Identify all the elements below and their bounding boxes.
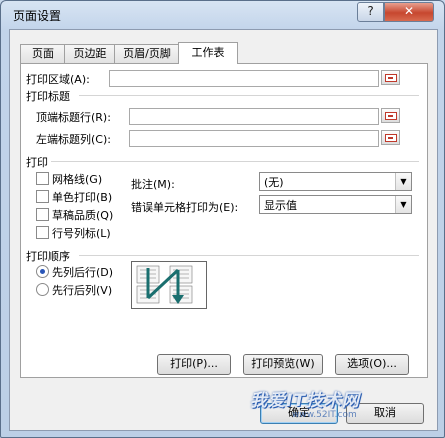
gridlines-checkbox[interactable]	[36, 172, 49, 185]
print-area-input[interactable]	[109, 70, 379, 87]
separator	[79, 255, 419, 256]
dialog-window: 页面设置 ? ✕ 页面 页边距 页眉/页脚 工作表 打印区域(A): 打印标题 …	[0, 0, 445, 438]
errors-select[interactable]: 显示值 ▼	[259, 195, 412, 214]
black-white-checkbox[interactable]	[36, 190, 49, 203]
draft-quality-label: 草稿品质(Q)	[52, 209, 114, 222]
title-bar[interactable]: 页面设置 ? ✕	[1, 1, 445, 27]
help-button[interactable]: ?	[357, 2, 384, 22]
comments-value: (无)	[264, 176, 284, 189]
print-area-collapse-button[interactable]	[381, 70, 400, 85]
collapse-dialog-icon	[385, 112, 397, 120]
comments-label: 批注(M):	[131, 178, 175, 191]
separator	[51, 161, 419, 162]
print-button[interactable]: 打印(P)...	[157, 354, 231, 375]
collapse-dialog-icon	[385, 74, 397, 82]
print-heading: 打印	[26, 156, 48, 169]
black-white-label: 单色打印(B)	[52, 191, 113, 204]
dialog-client: 页面 页边距 页眉/页脚 工作表 打印区域(A): 打印标题 顶端标题行(R):…	[9, 29, 438, 431]
collapse-dialog-icon	[385, 134, 397, 142]
left-cols-label: 左端标题列(C):	[36, 133, 111, 146]
tab-page[interactable]: 页面	[20, 44, 66, 63]
close-button[interactable]: ✕	[384, 2, 434, 22]
tab-header-footer[interactable]: 页眉/页脚	[114, 44, 180, 63]
tab-margins[interactable]: 页边距	[64, 44, 116, 63]
row-col-headers-label: 行号列标(L)	[52, 227, 111, 240]
errors-value: 显示值	[264, 199, 297, 212]
row-col-headers-checkbox[interactable]	[36, 226, 49, 239]
separator	[79, 95, 419, 96]
over-then-down-label: 先行后列(V)	[52, 284, 113, 297]
down-then-over-label: 先列后行(D)	[52, 266, 114, 279]
print-titles-heading: 打印标题	[26, 90, 70, 103]
top-rows-input[interactable]	[129, 108, 379, 125]
gridlines-label: 网格线(G)	[52, 173, 103, 186]
print-preview-button[interactable]: 打印预览(W)	[243, 354, 323, 375]
top-rows-label: 顶端标题行(R):	[36, 111, 111, 124]
print-area-label: 打印区域(A):	[26, 73, 90, 86]
errors-label: 错误单元格打印为(E):	[131, 201, 239, 214]
watermark-url: www.52IT.com	[292, 410, 357, 420]
down-then-over-radio[interactable]	[36, 265, 49, 278]
window-title: 页面设置	[13, 9, 62, 23]
page-order-diagram-icon	[136, 265, 193, 304]
dropdown-arrow-icon: ▼	[395, 173, 411, 190]
comments-select[interactable]: (无) ▼	[259, 172, 412, 191]
page-order-preview	[131, 261, 207, 309]
dropdown-arrow-icon: ▼	[395, 196, 411, 213]
sheet-tab-panel: 打印区域(A): 打印标题 顶端标题行(R): 左端标题列(C): 打印 网格线…	[20, 63, 428, 378]
page-order-heading: 打印顺序	[26, 250, 70, 263]
options-button[interactable]: 选项(O)...	[335, 354, 409, 375]
over-then-down-radio[interactable]	[36, 283, 49, 296]
draft-quality-checkbox[interactable]	[36, 208, 49, 221]
top-rows-collapse-button[interactable]	[381, 108, 400, 123]
left-cols-input[interactable]	[129, 130, 379, 147]
left-cols-collapse-button[interactable]	[381, 130, 400, 145]
tab-sheet[interactable]: 工作表	[178, 42, 238, 64]
watermark-logo: 我爱IT技术网	[250, 391, 360, 411]
